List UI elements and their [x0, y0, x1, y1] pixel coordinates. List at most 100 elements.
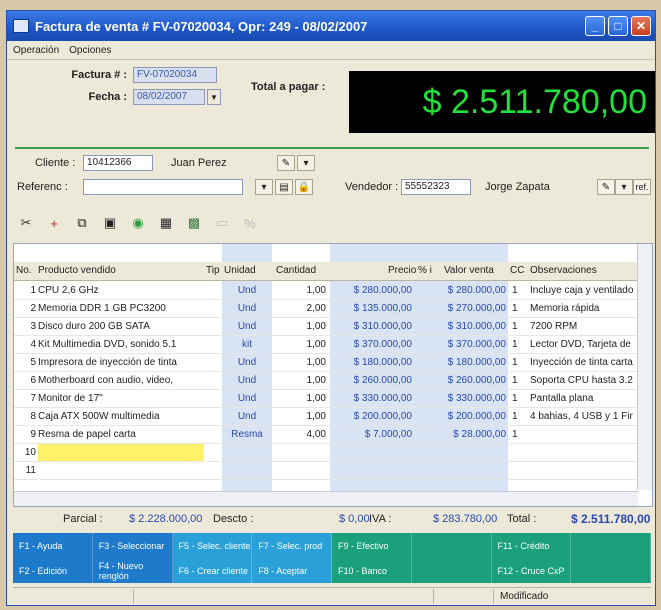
menu-operacion[interactable]: Operación [13, 45, 59, 56]
cell-valor[interactable]: $ 280.000,00 [416, 282, 506, 299]
cell-producto[interactable]: Impresora de inyección de tinta [38, 354, 204, 371]
fkey-button[interactable]: F5 - Selec. cliente [172, 533, 253, 558]
edit-vendor-icon[interactable]: ✎ [597, 179, 615, 195]
table-row[interactable]: 6 Motherboard con audio, video, Und 1,00 $ 2… [14, 372, 652, 390]
menu-opciones[interactable]: Opciones [69, 45, 111, 56]
cell-precio[interactable]: $ 135.000,00 [332, 300, 412, 317]
cell-observaciones[interactable]: Incluye caja y ventilado [530, 282, 634, 299]
fkey-button[interactable]: F2 - Edición [13, 558, 93, 583]
cell-cantidad[interactable]: 1,00 [276, 318, 326, 335]
cell-producto[interactable]: CPU 2,6 GHz [38, 282, 204, 299]
cell-no[interactable]: 3 [16, 318, 36, 335]
cell-cc[interactable]: 1 [512, 354, 526, 371]
fkey-button[interactable]: F9 - Efectivo [332, 533, 412, 558]
cell-no[interactable]: 9 [16, 426, 36, 443]
cell-no[interactable]: 2 [16, 300, 36, 317]
cell-cc[interactable]: 1 [512, 390, 526, 407]
table-row[interactable]: 8 Caja ATX 500W multimedia Und 1,00 $ 200.00… [14, 408, 652, 426]
fkey-button[interactable]: F7 - Selec. prod [252, 533, 332, 558]
cell-precio[interactable]: $ 280.000,00 [332, 282, 412, 299]
select-client-icon[interactable]: ▾ [297, 155, 315, 171]
cell-unidad[interactable]: Und [224, 372, 270, 389]
edit-client-icon[interactable]: ✎ [277, 155, 295, 171]
cell-no[interactable]: 1 [16, 282, 36, 299]
factura-number-field[interactable]: FV-07020034 [133, 67, 217, 83]
cell-observaciones[interactable]: Pantalla plana [530, 390, 634, 407]
cell-no[interactable]: 5 [16, 354, 36, 371]
cell-cc[interactable]: 1 [512, 300, 526, 317]
cell-valor[interactable]: $ 28.000,00 [416, 426, 506, 443]
table-row[interactable]: 4 Kit Multimedia DVD, sonido 5.1 kit 1,00 $ … [14, 336, 652, 354]
cell-valor[interactable]: $ 330.000,00 [416, 390, 506, 407]
cell-cantidad[interactable]: 4,00 [276, 426, 326, 443]
add-icon[interactable]: + [45, 214, 63, 232]
vertical-scrollbar[interactable] [637, 244, 652, 490]
referenc-field[interactable] [83, 179, 243, 195]
cell-producto[interactable]: Monitor de 17" [38, 390, 204, 407]
chevron-down-icon[interactable]: ▼ [207, 89, 221, 105]
cell-valor[interactable]: $ 370.000,00 [416, 336, 506, 353]
cell-observaciones[interactable]: 4 bahias, 4 USB y 1 Fir [530, 408, 634, 425]
cell-no[interactable]: 4 [16, 336, 36, 353]
cell-observaciones[interactable]: Lector DVD, Tarjeta de [530, 336, 634, 353]
cliente-id-field[interactable]: 10412366 [83, 155, 153, 171]
cell-unidad[interactable]: Und [224, 408, 270, 425]
table-row[interactable]: 1 CPU 2,6 GHz Und 1,00 $ 280.000,00 $ 280.000… [14, 282, 652, 300]
cell-unidad[interactable]: Und [224, 318, 270, 335]
cell-no[interactable]: 6 [16, 372, 36, 389]
table-row[interactable]: 11 [14, 462, 652, 480]
cell-valor[interactable]: $ 200.000,00 [416, 408, 506, 425]
fkey-button[interactable]: F4 - Nuevo renglón [92, 558, 173, 583]
cell-producto[interactable]: Memoria DDR 1 GB PC3200 [38, 300, 204, 317]
cell-unidad[interactable]: Und [224, 282, 270, 299]
table-row[interactable]: 7 Monitor de 17" Und 1,00 $ 330.000,00 $ 330.… [14, 390, 652, 408]
ref-button[interactable]: ref. [633, 179, 651, 195]
table-row[interactable]: 3 Disco duro 200 GB SATA Und 1,00 $ 310.000,… [14, 318, 652, 336]
fkey-button[interactable]: F10 - Banco [332, 558, 412, 583]
lock-icon[interactable]: 🔒 [295, 179, 313, 195]
cell-unidad[interactable]: Resma [224, 426, 270, 443]
fkey-button[interactable]: F12 - Cruce CxP [491, 558, 572, 583]
cell-precio[interactable]: $ 180.000,00 [332, 354, 412, 371]
fkey-button[interactable]: F8 - Aceptar [252, 558, 332, 583]
cell-producto[interactable]: Resma de papel carta [38, 426, 204, 443]
title-bar[interactable]: Factura de venta # FV-07020034, Opr: 249… [7, 11, 655, 41]
cell-precio[interactable]: $ 7.000,00 [332, 426, 412, 443]
cell-valor[interactable]: $ 260.000,00 [416, 372, 506, 389]
cell-cc[interactable]: 1 [512, 282, 526, 299]
table-icon[interactable]: ▦ [157, 214, 175, 232]
cell-cantidad[interactable]: 1,00 [276, 336, 326, 353]
paste-icon[interactable]: ▣ [101, 214, 119, 232]
table-row[interactable]: 10 [14, 444, 652, 462]
cell-precio[interactable]: $ 200.000,00 [332, 408, 412, 425]
cell-unidad[interactable]: Und [224, 300, 270, 317]
table-row[interactable]: 5 Impresora de inyección de tinta Und 1,00 $… [14, 354, 652, 372]
cell-cantidad[interactable]: 1,00 [276, 354, 326, 371]
fkey-button[interactable]: F11 - Crédito [491, 533, 572, 558]
refresh-icon[interactable]: ◉ [129, 214, 147, 232]
copy-icon[interactable]: ⧉ [73, 214, 91, 232]
cell-producto[interactable]: Caja ATX 500W multimedia [38, 408, 204, 425]
cell-unidad[interactable]: kit [224, 336, 270, 353]
cell-cantidad[interactable]: 1,00 [276, 372, 326, 389]
horizontal-scrollbar[interactable] [14, 491, 638, 506]
cell-producto[interactable]: Disco duro 200 GB SATA [38, 318, 204, 335]
select-vendor-icon[interactable]: ▾ [615, 179, 633, 195]
fkey-button[interactable]: F6 - Crear cliente [172, 558, 253, 583]
cell-cc[interactable]: 1 [512, 336, 526, 353]
cell-no[interactable]: 7 [16, 390, 36, 407]
cell-precio[interactable]: $ 260.000,00 [332, 372, 412, 389]
cell-precio[interactable]: $ 370.000,00 [332, 336, 412, 353]
cell-valor[interactable]: $ 180.000,00 [416, 354, 506, 371]
cell-observaciones[interactable]: Soporta CPU hasta 3.2 [530, 372, 634, 389]
cell-unidad[interactable]: Und [224, 354, 270, 371]
filter-icon[interactable]: ▾ [255, 179, 273, 195]
cell-no[interactable]: 10 [16, 444, 36, 461]
cell-precio[interactable]: $ 310.000,00 [332, 318, 412, 335]
cell-unidad[interactable]: Und [224, 390, 270, 407]
vendedor-id-field[interactable]: 55552323 [401, 179, 471, 195]
cell-cantidad[interactable]: 1,00 [276, 390, 326, 407]
cell-valor[interactable]: $ 270.000,00 [416, 300, 506, 317]
cell-cc[interactable]: 1 [512, 372, 526, 389]
table-row[interactable]: 2 Memoria DDR 1 GB PC3200 Und 2,00 $ 135.000… [14, 300, 652, 318]
